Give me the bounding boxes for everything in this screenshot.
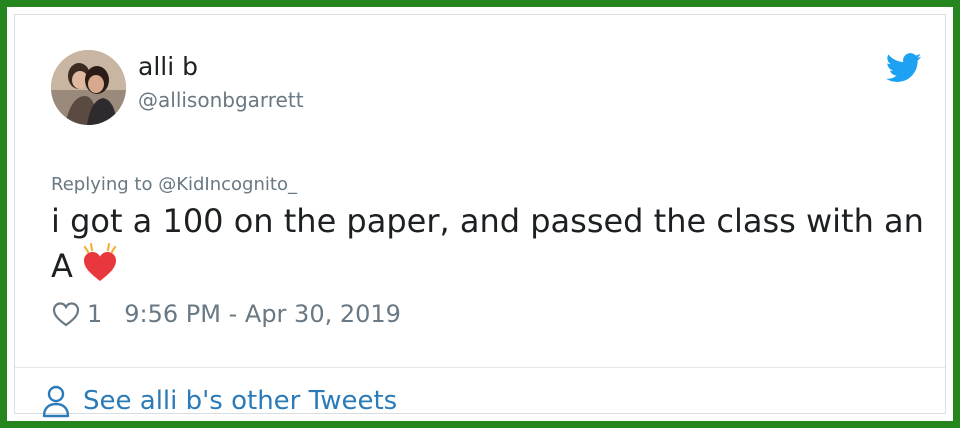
- tweet-embed-card: alli b @allisonbgarrett Replying to @Kid…: [0, 0, 960, 428]
- tweet-body: i got a 100 on the paper, and passed the…: [51, 202, 924, 285]
- see-other-tweets-link[interactable]: See alli b's other Tweets: [41, 383, 397, 419]
- tweet-meta: 1 9:56 PM - Apr 30, 2019: [51, 298, 401, 330]
- avatar-photo: [51, 50, 126, 125]
- avatar[interactable]: [51, 50, 126, 125]
- person-icon: [42, 385, 70, 418]
- tweet-timestamp[interactable]: 9:56 PM - Apr 30, 2019: [124, 300, 401, 328]
- like-count[interactable]: 1: [87, 300, 102, 328]
- tweet-text: i got a 100 on the paper, and passed the…: [51, 199, 931, 288]
- footer-divider: [15, 367, 945, 368]
- replying-to-label[interactable]: Replying to @KidIncognito_: [51, 173, 297, 197]
- heart-outline-icon[interactable]: [51, 300, 81, 328]
- see-other-tweets-label[interactable]: See alli b's other Tweets: [83, 386, 397, 416]
- user-handle[interactable]: @allisonbgarrett: [138, 87, 304, 113]
- beating-heart-emoji: [83, 243, 116, 281]
- display-name[interactable]: alli b: [138, 51, 198, 83]
- twitter-bird-icon[interactable]: [886, 52, 922, 84]
